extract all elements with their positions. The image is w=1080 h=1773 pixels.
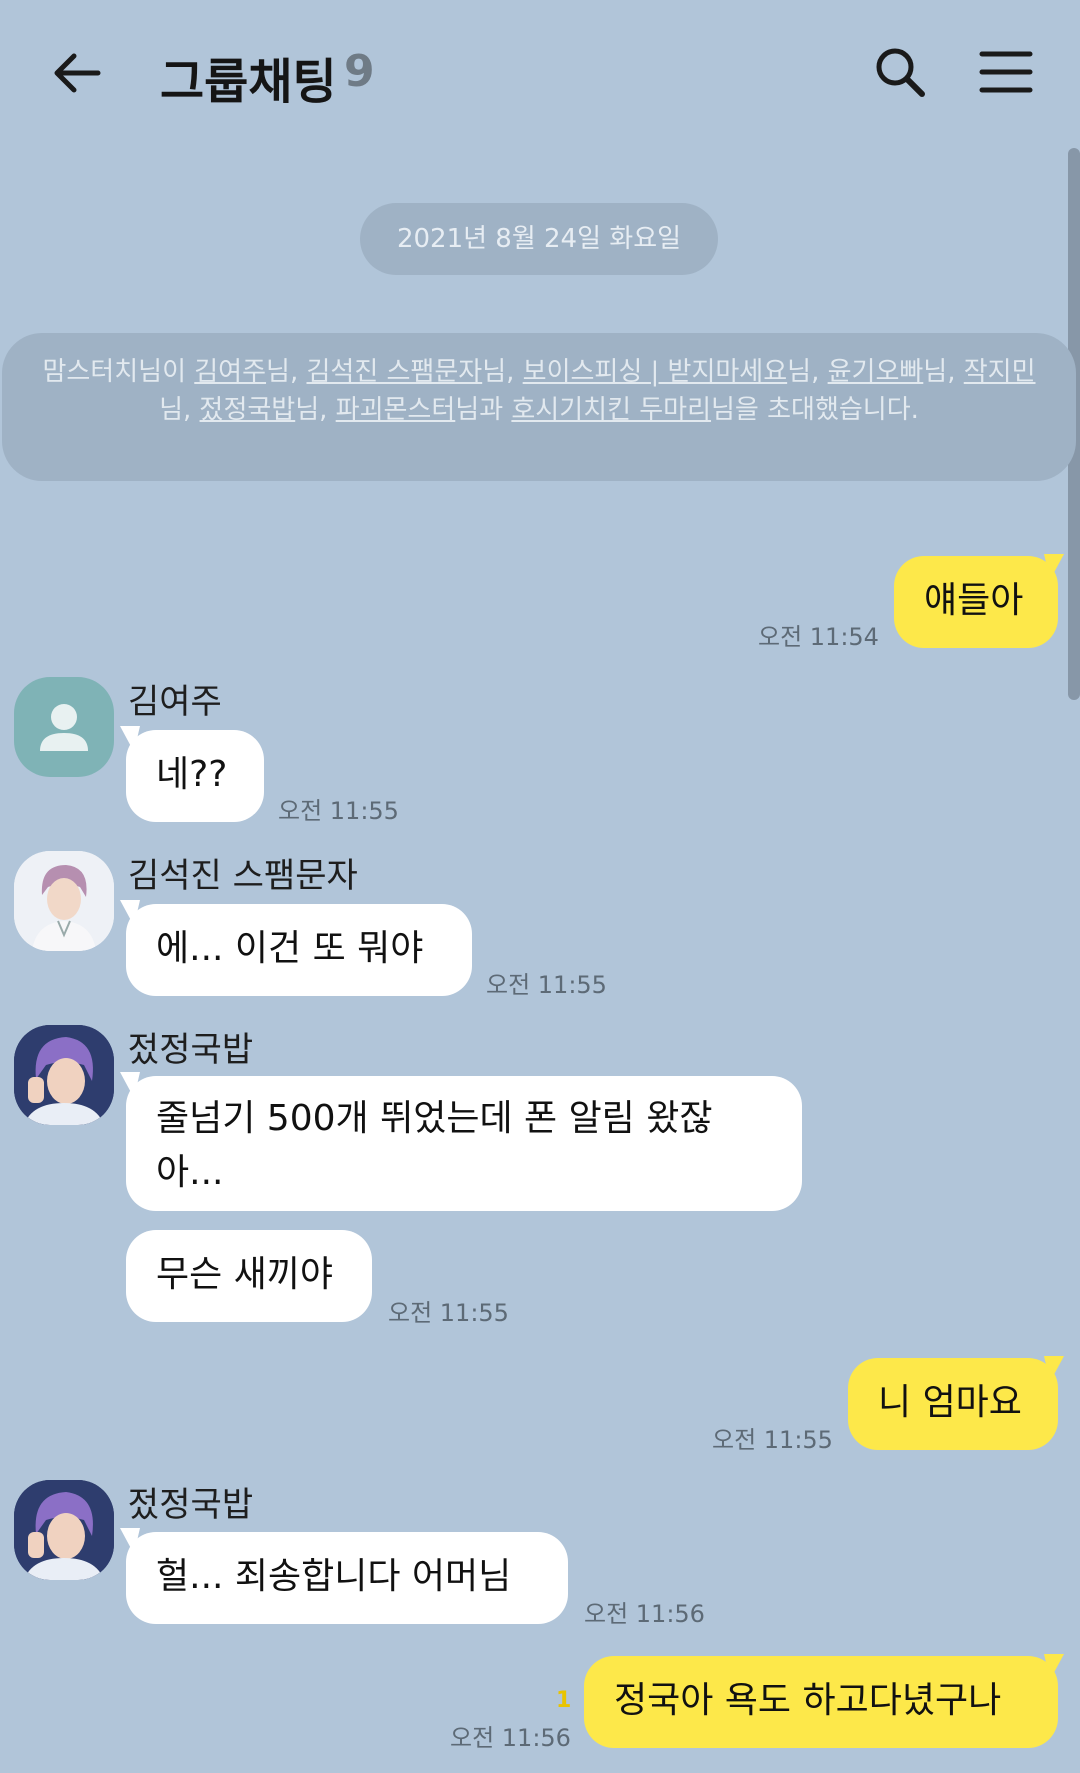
message-time: 오전 11:55 — [278, 797, 399, 825]
notice-name-link[interactable]: 김여주 — [194, 357, 266, 387]
avatar[interactable] — [14, 1025, 114, 1125]
default-profile-icon — [40, 704, 88, 751]
notice-name-link[interactable]: 작지민 — [964, 357, 1036, 387]
avatar[interactable] — [14, 677, 114, 777]
invite-notice: 맘스터치님이 김여주님, 김석진 스팸문자님, 보이스피싱 | 받지마세요님, … — [2, 333, 1076, 481]
notice-name-link[interactable]: 파괴몬스터 — [336, 395, 456, 425]
bubble-tail — [120, 1528, 140, 1554]
bubble-tail — [1044, 1654, 1064, 1680]
notice-inviter: 맘스터치님이 — [42, 357, 186, 387]
bubble-tail — [120, 1072, 140, 1098]
message-bubble-mine[interactable]: 니 엄마요 — [848, 1358, 1058, 1450]
message-time: 오전 11:56 — [584, 1600, 705, 1628]
profile-photo — [14, 1480, 114, 1580]
notice-name-link[interactable]: 김석진 스팸문자 — [306, 357, 482, 387]
date-divider: 2021년 8월 24일 화요일 — [360, 203, 718, 275]
avatar[interactable] — [14, 851, 114, 951]
message-time: 오전 11:55 — [712, 1426, 833, 1454]
avatar[interactable] — [14, 1480, 114, 1580]
back-arrow-icon[interactable] — [48, 44, 106, 102]
message-time: 오전 11:55 — [486, 971, 607, 999]
message-bubble[interactable]: 네?? — [126, 730, 264, 822]
message-time: 오전 11:56 — [450, 1724, 571, 1752]
sender-name: 김여주 — [128, 682, 222, 722]
bubble-tail — [120, 900, 140, 926]
chat-title: 그룹채팅 — [160, 54, 337, 110]
bubble-tail — [120, 726, 140, 752]
message-bubble[interactable]: 헐... 죄송합니다 어머님 — [126, 1532, 568, 1624]
message-time: 오전 11:54 — [758, 623, 879, 651]
notice-name-link[interactable]: 윤기오빠 — [828, 357, 924, 387]
chat-header: 그룹채팅 9 — [0, 0, 1080, 150]
message-bubble-mine[interactable]: 얘들아 — [894, 556, 1058, 648]
notice-name-link[interactable]: 보이스피싱 | 받지마세요 — [523, 357, 788, 387]
message-bubble[interactable]: 무슨 새끼야 — [126, 1230, 372, 1322]
message-time: 오전 11:55 — [388, 1299, 509, 1327]
notice-name-link[interactable]: 젔정국밥 — [200, 395, 296, 425]
message-bubble[interactable]: 에... 이건 또 뭐야 — [126, 904, 472, 996]
bubble-tail — [1044, 554, 1064, 580]
profile-photo — [14, 851, 114, 951]
sender-name: 젔정국밥 — [128, 1030, 254, 1070]
profile-photo — [14, 1025, 114, 1125]
notice-suffix: 님을 초대했습니다. — [711, 395, 919, 425]
sender-name: 젔정국밥 — [128, 1485, 254, 1525]
sender-name: 김석진 스팸문자 — [128, 856, 358, 896]
message-bubble-mine[interactable]: 정국아 욕도 하고다녔구나 — [584, 1656, 1058, 1748]
unread-count: 1 — [556, 1688, 572, 1713]
menu-icon[interactable] — [978, 48, 1034, 96]
member-count: 9 — [344, 46, 375, 97]
search-icon[interactable] — [872, 44, 928, 100]
bubble-tail — [1044, 1356, 1064, 1382]
notice-name-link[interactable]: 호시기치킨 두마리 — [511, 395, 711, 425]
message-bubble[interactable]: 줄넘기 500개 뛰었는데 폰 알림 왔잖아... — [126, 1076, 802, 1211]
